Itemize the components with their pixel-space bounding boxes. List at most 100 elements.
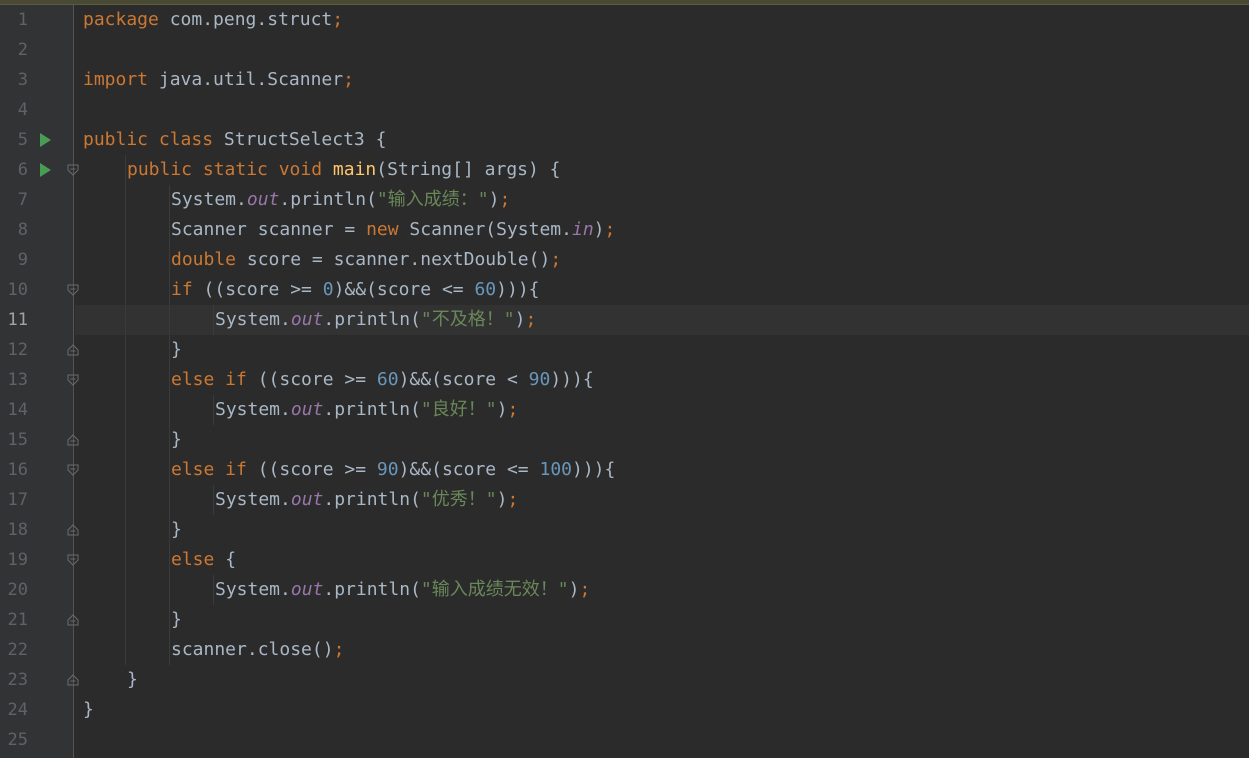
code-line-row[interactable]: 6 public static void main(String[] args) … — [0, 155, 1249, 185]
code-text[interactable]: System.out.println("优秀！"); — [215, 485, 518, 515]
code-text[interactable]: System.out.println("不及格！"); — [215, 305, 536, 335]
code-line-row[interactable]: 11 System.out.println("不及格！"); — [0, 305, 1249, 335]
code-text[interactable]: System.out.println("输入成绩无效！"); — [215, 575, 590, 605]
code-token: scanner.close() — [171, 639, 334, 660]
code-line-row[interactable]: 24} — [0, 695, 1249, 725]
line-number[interactable]: 12 — [0, 335, 28, 365]
code-token: out — [290, 309, 324, 330]
fold-collapse-icon[interactable] — [67, 164, 79, 176]
code-text[interactable]: Scanner scanner = new Scanner(System.in)… — [171, 215, 615, 245]
code-line-row[interactable]: 9 double score = scanner.nextDouble(); — [0, 245, 1249, 275]
code-text[interactable]: if ((score >= 0)&&(score <= 60))){ — [171, 275, 540, 305]
line-number[interactable]: 6 — [0, 155, 28, 185]
code-text[interactable]: import java.util.Scanner; — [83, 65, 354, 95]
code-text[interactable]: } — [171, 335, 182, 365]
code-text[interactable]: System.out.println("良好！"); — [215, 395, 518, 425]
code-line-row[interactable]: 14 System.out.println("良好！"); — [0, 395, 1249, 425]
line-number[interactable]: 10 — [0, 275, 28, 305]
line-number[interactable]: 2 — [0, 35, 28, 65]
code-token: ((score >= — [246, 459, 377, 480]
line-number[interactable]: 21 — [0, 605, 28, 635]
line-number[interactable]: 24 — [0, 695, 28, 725]
code-text[interactable]: else if ((score >= 90)&&(score <= 100)))… — [171, 455, 615, 485]
line-number[interactable]: 5 — [0, 125, 28, 155]
line-number[interactable]: 13 — [0, 365, 28, 395]
line-number[interactable]: 20 — [0, 575, 28, 605]
line-number[interactable]: 25 — [0, 725, 28, 755]
line-number[interactable]: 4 — [0, 95, 28, 125]
code-line-row[interactable]: 12} — [0, 335, 1249, 365]
fold-end-icon[interactable] — [67, 614, 79, 626]
code-line-row[interactable]: 7 System.out.println("输入成绩："); — [0, 185, 1249, 215]
code-line-row[interactable]: 8 Scanner scanner = new Scanner(System.in… — [0, 215, 1249, 245]
fold-end-icon[interactable] — [67, 674, 79, 686]
line-number[interactable]: 22 — [0, 635, 28, 665]
code-line-row[interactable]: 10 if ((score >= 0)&&(score <= 60))){ — [0, 275, 1249, 305]
code-token: out — [246, 189, 280, 210]
code-text[interactable]: public class StructSelect3 { — [83, 125, 386, 155]
code-text[interactable]: } — [171, 515, 182, 545]
code-token: if — [171, 279, 193, 300]
fold-collapse-icon[interactable] — [67, 464, 79, 476]
fold-end-icon[interactable] — [67, 524, 79, 536]
code-line-row[interactable]: 4 — [0, 95, 1249, 125]
code-line-row[interactable]: 22 scanner.close(); — [0, 635, 1249, 665]
code-token: public class — [83, 129, 214, 150]
line-number[interactable]: 14 — [0, 395, 28, 425]
code-line-row[interactable]: 5 public class StructSelect3 { — [0, 125, 1249, 155]
code-line-row[interactable]: 23} — [0, 665, 1249, 695]
fold-end-icon[interactable] — [67, 344, 79, 356]
line-number[interactable]: 15 — [0, 425, 28, 455]
code-text[interactable]: else if ((score >= 60)&&(score < 90))){ — [171, 365, 594, 395]
run-gutter-icon[interactable] — [40, 133, 51, 147]
code-token: } — [171, 519, 182, 540]
code-token: System. — [215, 399, 291, 420]
code-line-row[interactable]: 1 package com.peng.struct; — [0, 5, 1249, 35]
code-text[interactable]: System.out.println("输入成绩："); — [171, 185, 510, 215]
run-gutter-icon[interactable] — [40, 163, 51, 177]
line-number[interactable]: 17 — [0, 485, 28, 515]
code-token: ; — [343, 69, 354, 90]
code-token: ) — [593, 219, 605, 240]
code-line-row[interactable]: 18} — [0, 515, 1249, 545]
line-number[interactable]: 11 — [0, 305, 28, 335]
line-number[interactable]: 16 — [0, 455, 28, 485]
code-editor[interactable]: 1 package com.peng.struct; 2 3 import java.u… — [0, 0, 1249, 758]
fold-collapse-icon[interactable] — [67, 374, 79, 386]
code-line-row[interactable]: 15} — [0, 425, 1249, 455]
line-number[interactable]: 1 — [0, 5, 28, 35]
code-line-row[interactable]: 16 else if ((score >= 90)&&(score <= 100)… — [0, 455, 1249, 485]
fold-collapse-icon[interactable] — [67, 284, 79, 296]
code-line-row[interactable]: 3 import java.util.Scanner; — [0, 65, 1249, 95]
line-number[interactable]: 9 — [0, 245, 28, 275]
line-number[interactable]: 23 — [0, 665, 28, 695]
code-token: else if — [171, 369, 247, 390]
code-text[interactable]: } — [171, 605, 182, 635]
code-text[interactable]: } — [171, 425, 182, 455]
code-line-row[interactable]: 2 — [0, 35, 1249, 65]
code-token: score = scanner.nextDouble() — [236, 249, 551, 270]
code-token: .println( — [323, 309, 421, 330]
line-number[interactable]: 8 — [0, 215, 28, 245]
line-number[interactable]: 18 — [0, 515, 28, 545]
line-number[interactable]: 3 — [0, 65, 28, 95]
code-line-row[interactable]: 13 else if ((score >= 60)&&(score < 90)))… — [0, 365, 1249, 395]
fold-end-icon[interactable] — [67, 434, 79, 446]
code-text[interactable]: else { — [171, 545, 236, 575]
code-line-row[interactable]: 20 System.out.println("输入成绩无效！"); — [0, 575, 1249, 605]
line-number[interactable]: 7 — [0, 185, 28, 215]
code-line-row[interactable]: 19 else { — [0, 545, 1249, 575]
code-text[interactable]: double score = scanner.nextDouble(); — [171, 245, 561, 275]
code-line-row[interactable]: 25 — [0, 725, 1249, 755]
code-token: in — [571, 219, 594, 240]
code-text[interactable]: } — [83, 695, 94, 725]
code-token: .println( — [323, 489, 421, 510]
line-number[interactable]: 19 — [0, 545, 28, 575]
code-line-row[interactable]: 17 System.out.println("优秀！"); — [0, 485, 1249, 515]
code-text[interactable]: public static void main(String[] args) { — [127, 155, 561, 185]
code-line-row[interactable]: 21} — [0, 605, 1249, 635]
fold-collapse-icon[interactable] — [67, 554, 79, 566]
code-text[interactable]: package com.peng.struct; — [83, 5, 343, 35]
code-text[interactable]: } — [127, 665, 138, 695]
code-text[interactable]: scanner.close(); — [171, 635, 344, 665]
